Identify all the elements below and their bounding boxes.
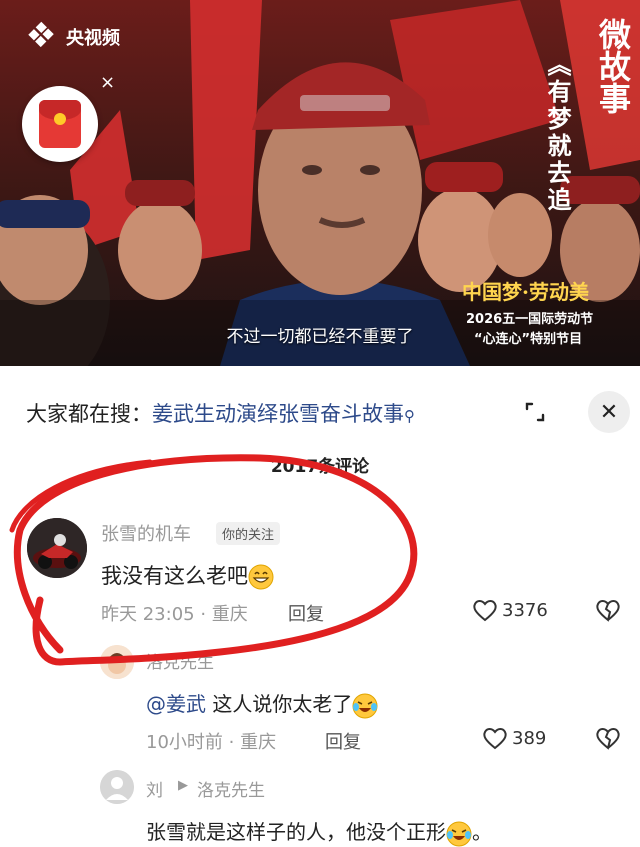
- reply-avatar[interactable]: [100, 645, 134, 679]
- mention-link[interactable]: @姜武: [146, 692, 206, 716]
- dislike-button[interactable]: [595, 726, 621, 754]
- like-button[interactable]: 389: [482, 726, 546, 750]
- comment-username[interactable]: 张雪的机车: [101, 520, 191, 546]
- comment-text: 我没有这么老吧: [101, 560, 274, 590]
- close-icon: ✕: [599, 399, 619, 425]
- search-term[interactable]: 姜武生动演绎张雪奋斗故事: [152, 402, 404, 426]
- comment-count: 2017条评论: [270, 457, 370, 477]
- reply-text: 张雪就是这样子的人，他没个正形 。: [146, 816, 492, 847]
- comment-meta: 昨天 23:05 · 重庆: [101, 604, 248, 625]
- reply-avatar[interactable]: [100, 770, 134, 804]
- reply-arrow-icon: ▶: [178, 778, 188, 793]
- close-comments-button[interactable]: ✕: [588, 391, 630, 433]
- cartoon-avatar-image: [100, 645, 134, 679]
- reply-button[interactable]: 回复: [288, 600, 324, 626]
- search-icon[interactable]: ⚲: [404, 407, 415, 425]
- expand-icon: [525, 402, 545, 422]
- red-packet-button[interactable]: [22, 86, 98, 162]
- search-suggestion[interactable]: 大家都在搜：姜武生动演绎张雪奋斗故事⚲: [26, 398, 415, 428]
- avatar[interactable]: [27, 518, 87, 578]
- expand-button[interactable]: [513, 394, 557, 430]
- grinning-face-icon: [248, 564, 274, 590]
- close-ad-icon[interactable]: ×: [100, 72, 115, 93]
- laughing-tears-icon: [446, 821, 472, 846]
- series-title: 微故事: [594, 18, 632, 114]
- reply-text: @姜武 这人说你太老了: [146, 688, 378, 719]
- video-subtitle: 不过一切都已经不重要了: [226, 327, 414, 347]
- heart-icon: [473, 600, 497, 622]
- broken-heart-icon: [596, 600, 620, 622]
- laughing-tears-icon: [352, 693, 378, 718]
- heart-icon: [483, 728, 507, 750]
- channel-logo: 央视频: [28, 21, 120, 53]
- reply-target-username[interactable]: 洛克先生: [197, 776, 265, 801]
- reply-username[interactable]: 刘: [146, 776, 163, 801]
- cctv-logo-icon: [28, 21, 59, 53]
- broken-heart-icon: [596, 728, 620, 750]
- like-button[interactable]: 3376: [472, 598, 548, 622]
- search-prefix: 大家都在搜：: [26, 402, 152, 426]
- episode-title: 《有梦就去追: [543, 52, 572, 214]
- red-envelope-icon: [39, 100, 81, 148]
- video-player[interactable]: 央视频 × 微故事 《有梦就去追 中国梦·劳动美 2026五一国际劳动节 “心连…: [0, 0, 640, 366]
- like-count: 3376: [502, 599, 548, 621]
- like-count: 389: [512, 727, 547, 749]
- default-avatar-icon: [100, 770, 134, 804]
- slogan: 中国梦·劳动美: [462, 280, 589, 304]
- reply-username[interactable]: 洛克先生: [146, 648, 214, 673]
- channel-name: 央视频: [66, 28, 120, 49]
- reply-meta: 10小时前 · 重庆: [146, 732, 277, 753]
- motorcycle-avatar-image: [27, 518, 87, 578]
- dislike-button[interactable]: [595, 598, 621, 626]
- reply-button[interactable]: 回复: [325, 728, 361, 754]
- following-badge: 你的关注: [216, 522, 281, 545]
